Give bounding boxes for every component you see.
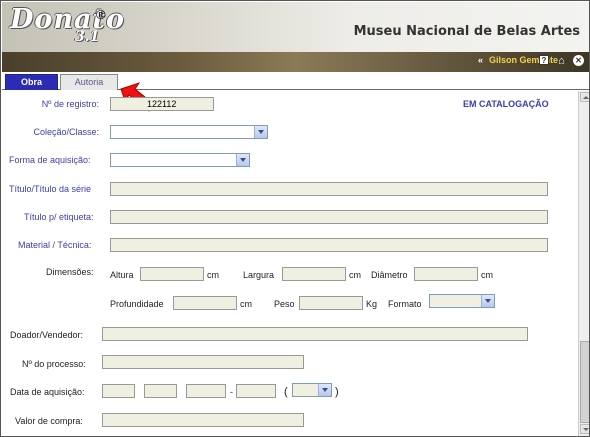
- vertical-scrollbar[interactable]: [578, 91, 589, 436]
- app-logo: Donato: [10, 4, 126, 35]
- tab-obra[interactable]: Obra: [5, 74, 58, 90]
- colecao-select[interactable]: [110, 125, 268, 139]
- museum-name: Museu Nacional de Belas Artes: [353, 24, 580, 39]
- largura-label: Largura: [243, 270, 275, 280]
- app-version: 3.1: [75, 29, 100, 45]
- form-area: EM CATALOGAÇÃO Nº de registro: 122112 Co…: [2, 91, 578, 436]
- date-separator: -: [230, 387, 233, 397]
- user-strip: «Gilson Gemente ? ⌂ ✕: [2, 52, 589, 72]
- formato-select[interactable]: [429, 294, 495, 308]
- processo-label: Nº do processo:: [22, 359, 86, 369]
- data-day-field[interactable]: [102, 384, 135, 398]
- largura-unit: cm: [349, 270, 361, 280]
- chevron-down-icon[interactable]: [254, 126, 267, 138]
- chevron-down-icon[interactable]: [481, 295, 494, 307]
- registro-label: Nº de registro:: [41, 99, 99, 109]
- registered-mark: ®: [96, 7, 106, 22]
- titulo-etiqueta-field[interactable]: [110, 210, 548, 224]
- altura-unit: cm: [207, 270, 219, 280]
- diametro-field[interactable]: [414, 267, 478, 281]
- profundidade-label: Profundidade: [110, 299, 164, 309]
- diametro-label: Diâmetro: [371, 270, 408, 280]
- help-icon[interactable]: ?: [539, 55, 549, 65]
- altura-label: Altura: [110, 270, 134, 280]
- data-precision-select[interactable]: [292, 383, 332, 397]
- titulo-serie-label: Título/Título da série: [9, 184, 92, 194]
- doador-label: Doador/Vendedor:: [10, 330, 84, 340]
- peso-unit: Kg: [366, 299, 378, 309]
- processo-field[interactable]: [102, 355, 304, 369]
- material-field[interactable]: [110, 238, 548, 252]
- material-label: Material / Técnica:: [18, 240, 92, 250]
- paren-open: (: [284, 386, 288, 398]
- forma-aquisicao-label: Forma de aquisição:: [9, 155, 91, 165]
- valor-compra-label: Valor de compra:: [15, 416, 83, 426]
- data-aquisicao-label: Data de aquisição:: [10, 387, 85, 397]
- scroll-thumb[interactable]: [580, 341, 589, 423]
- paren-close: ): [335, 386, 339, 398]
- header-banner: Donato ® 3.1 Museu Nacional de Belas Art…: [2, 2, 589, 52]
- profundidade-field[interactable]: [173, 296, 237, 310]
- titulo-etiqueta-label: Título p/ etiqueta:: [24, 212, 94, 222]
- peso-field[interactable]: [299, 296, 363, 310]
- doador-field[interactable]: [102, 327, 528, 341]
- status-badge: EM CATALOGAÇÃO: [463, 99, 549, 109]
- formato-label: Formato: [388, 299, 422, 309]
- colecao-label: Coleção/Classe:: [33, 127, 99, 137]
- profundidade-unit: cm: [240, 299, 252, 309]
- registro-field[interactable]: 122112: [110, 97, 214, 111]
- altura-field[interactable]: [140, 267, 204, 281]
- chevron-down-icon[interactable]: [318, 384, 331, 396]
- home-icon[interactable]: ⌂: [556, 55, 567, 67]
- data-end-field[interactable]: [236, 384, 276, 398]
- scroll-down-icon[interactable]: [580, 424, 589, 434]
- titulo-serie-field[interactable]: [110, 182, 548, 196]
- largura-field[interactable]: [282, 267, 346, 281]
- back-chevron-icon[interactable]: «: [478, 55, 483, 65]
- peso-label: Peso: [274, 299, 295, 309]
- forma-aquisicao-select[interactable]: [110, 153, 250, 167]
- chevron-down-icon[interactable]: [236, 154, 249, 166]
- tab-autoria[interactable]: Autoria: [60, 74, 118, 90]
- diametro-unit: cm: [481, 270, 493, 280]
- dimensoes-label: Dimensões:: [46, 267, 94, 277]
- tab-bar: Obra Autoria: [2, 72, 589, 90]
- valor-compra-field[interactable]: [102, 413, 304, 427]
- data-year-field[interactable]: [186, 384, 226, 398]
- data-month-field[interactable]: [144, 384, 177, 398]
- app-window: Donato ® 3.1 Museu Nacional de Belas Art…: [0, 0, 590, 437]
- scroll-up-icon[interactable]: [580, 92, 589, 102]
- close-icon[interactable]: ✕: [573, 55, 584, 66]
